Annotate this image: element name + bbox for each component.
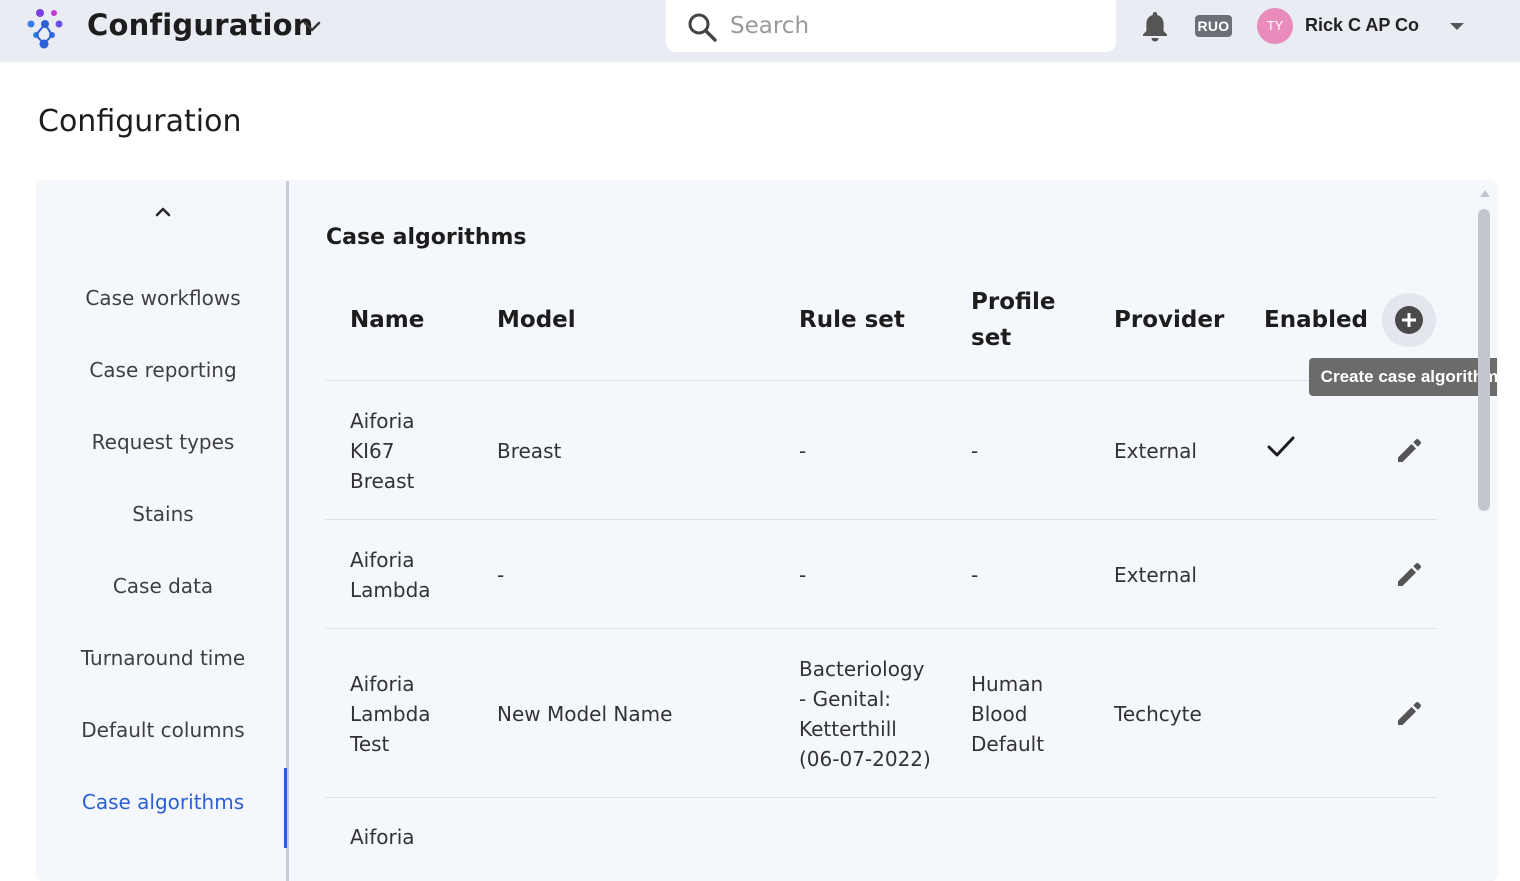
cell-model: Breast	[497, 439, 562, 463]
cell-profile-set: -	[971, 439, 979, 463]
sidebar-item-case-reporting[interactable]: Case reporting	[37, 358, 289, 382]
cell-rule-set-line: Bacteriology	[799, 657, 925, 681]
column-header-name[interactable]: Name	[350, 302, 424, 338]
cell-rule-set-line: Ketterthill	[799, 717, 897, 741]
config-sidebar: Case workflows Case reporting Request ty…	[37, 181, 289, 881]
section-title: Case algorithms	[326, 225, 527, 250]
top-bar: Configuration RUO TY Rick C AP Co	[0, 0, 1520, 62]
cell-profile-set-line: Blood	[971, 702, 1028, 726]
sidebar-item-case-data[interactable]: Case data	[37, 574, 289, 598]
cell-name-line: KI67	[350, 439, 395, 463]
chevron-up-icon[interactable]	[152, 201, 174, 223]
cell-provider: External	[1114, 439, 1197, 463]
bell-icon[interactable]	[1141, 10, 1169, 42]
app-title[interactable]: Configuration	[87, 8, 314, 42]
ruo-badge: RUO	[1195, 15, 1232, 37]
chevron-down-icon[interactable]	[300, 14, 324, 38]
cell-profile-set-line: Human	[971, 672, 1044, 696]
column-header-rule-set[interactable]: Rule set	[799, 302, 905, 338]
cell-name-line: Breast	[350, 469, 415, 493]
cell-name-line: Aiforia	[350, 409, 415, 433]
edit-pencil-icon[interactable]	[1395, 435, 1425, 465]
search-bar	[666, 0, 1116, 52]
caret-down-icon[interactable]	[1447, 16, 1467, 36]
sidebar-item-request-types[interactable]: Request types	[37, 430, 289, 454]
plus-circle-icon	[1395, 306, 1423, 334]
column-header-provider[interactable]: Provider	[1114, 302, 1224, 338]
cell-model: -	[497, 563, 505, 587]
edit-pencil-icon[interactable]	[1395, 698, 1425, 728]
cell-name-line: Aiforia	[350, 548, 415, 572]
sidebar-item-stains[interactable]: Stains	[37, 502, 289, 526]
column-header-profile-set-line2[interactable]: set	[971, 320, 1011, 356]
cell-name-line: Aiforia	[350, 825, 415, 849]
scrollbar-thumb[interactable]	[1478, 209, 1490, 511]
cell-provider: External	[1114, 563, 1197, 587]
scroll-up-arrow-icon[interactable]	[1479, 188, 1491, 198]
cell-name-line: Test	[350, 732, 390, 756]
row-divider	[325, 519, 1437, 520]
sidebar-item-case-algorithms[interactable]: Case algorithms	[37, 790, 289, 814]
column-header-profile-set-line1[interactable]: Profile	[971, 284, 1056, 320]
cell-profile-set-line: Default	[971, 732, 1045, 756]
row-divider	[325, 628, 1437, 629]
app-logo-icon[interactable]	[22, 4, 68, 50]
case-algorithms-panel: Case algorithms Name Model Rule set Prof…	[289, 181, 1497, 881]
cell-rule-set-line: (06-07-2022)	[799, 747, 931, 771]
configuration-card: Case workflows Case reporting Request ty…	[37, 181, 1497, 881]
column-header-model[interactable]: Model	[497, 302, 576, 338]
avatar[interactable]: TY	[1257, 8, 1293, 44]
edit-pencil-icon[interactable]	[1395, 559, 1425, 589]
user-name[interactable]: Rick C AP Co	[1305, 15, 1419, 36]
cell-name-line: Aiforia	[350, 672, 415, 696]
cell-rule-set: -	[799, 563, 807, 587]
cell-provider: Techcyte	[1114, 702, 1202, 726]
cell-model: New Model Name	[497, 702, 673, 726]
page-title: Configuration	[38, 104, 242, 139]
checkmark-icon	[1267, 436, 1295, 457]
active-nav-indicator	[284, 768, 287, 848]
cell-name-line: Lambda	[350, 702, 431, 726]
sidebar-item-turnaround-time[interactable]: Turnaround time	[37, 646, 289, 670]
row-divider	[325, 797, 1437, 798]
sidebar-item-case-workflows[interactable]: Case workflows	[37, 286, 289, 310]
cell-name-line: Lambda	[350, 578, 431, 602]
create-case-algorithm-tooltip: Create case algorithm	[1309, 358, 1497, 396]
header-divider	[325, 380, 1437, 381]
cell-profile-set: -	[971, 563, 979, 587]
column-header-enabled[interactable]: Enabled	[1264, 302, 1368, 338]
cell-rule-set: -	[799, 439, 807, 463]
sidebar-item-default-columns[interactable]: Default columns	[37, 718, 289, 742]
search-input[interactable]	[730, 8, 1100, 44]
search-icon	[688, 13, 717, 42]
cell-rule-set-line: - Genital:	[799, 687, 892, 711]
create-case-algorithm-button[interactable]	[1382, 293, 1436, 347]
